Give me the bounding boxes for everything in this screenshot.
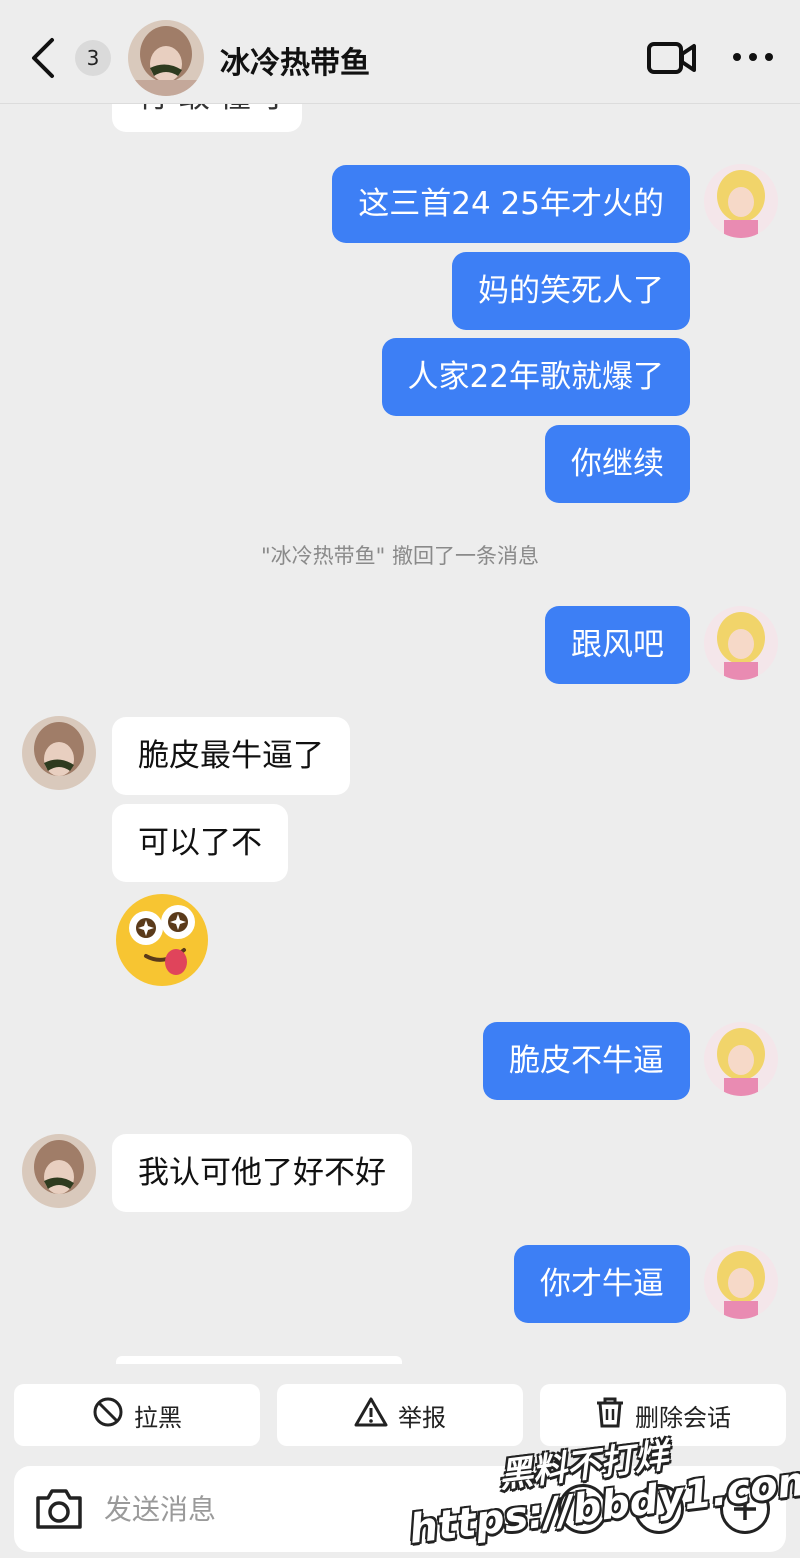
report-label: 举报 (398, 1403, 446, 1432)
contact-avatar[interactable] (128, 20, 204, 96)
video-call-icon[interactable] (646, 38, 698, 78)
block-label: 拉黑 (134, 1403, 182, 1432)
outgoing-message[interactable]: 你才牛逼 (514, 1245, 690, 1323)
report-button[interactable]: 举报 (277, 1384, 523, 1446)
incoming-message[interactable]: 可以了不 (112, 804, 288, 882)
emoji-icon[interactable] (634, 1484, 684, 1534)
outgoing-message[interactable]: 这三首24 25年才火的 (332, 165, 690, 243)
outgoing-message[interactable]: 你继续 (545, 425, 690, 503)
block-button[interactable]: 拉黑 (14, 1384, 260, 1446)
more-options-icon[interactable] (730, 42, 776, 72)
partial-incoming-message (116, 1356, 402, 1364)
block-icon (92, 1396, 124, 1434)
contact-avatar[interactable] (22, 1134, 96, 1208)
message-input-bar (14, 1466, 786, 1552)
outgoing-message[interactable]: 妈的笑死人了 (452, 252, 690, 330)
voice-icon[interactable] (558, 1484, 608, 1534)
my-avatar[interactable] (704, 164, 778, 238)
plus-icon[interactable] (720, 1484, 770, 1534)
my-avatar[interactable] (704, 1022, 778, 1096)
incoming-message[interactable]: 我认可他了好不好 (112, 1134, 412, 1212)
chat-title: 冰冷热带鱼 (220, 46, 370, 81)
drooling-star-eyes-emoji-icon[interactable] (112, 892, 212, 988)
delete-conversation-button[interactable]: 删除会话 (540, 1384, 786, 1446)
unread-count-badge[interactable]: 3 (75, 40, 111, 76)
outgoing-message[interactable]: 跟风吧 (545, 606, 690, 684)
outgoing-message[interactable]: 脆皮不牛逼 (483, 1022, 690, 1100)
recalled-message-notice: "冰冷热带鱼" 撤回了一条消息 (261, 544, 539, 568)
camera-icon[interactable] (34, 1486, 84, 1532)
warning-icon (354, 1396, 388, 1434)
my-avatar[interactable] (704, 1245, 778, 1319)
delete-label: 删除会话 (635, 1403, 731, 1432)
outgoing-message[interactable]: 人家22年歌就爆了 (381, 338, 690, 416)
chat-header: 3 冰冷热带鱼 (0, 0, 800, 104)
incoming-message[interactable]: 脆皮最牛逼了 (112, 717, 350, 795)
back-arrow-icon[interactable] (26, 36, 66, 80)
my-avatar[interactable] (704, 606, 778, 680)
message-input[interactable] (104, 1484, 484, 1534)
contact-avatar[interactable] (22, 716, 96, 790)
trash-icon (595, 1396, 625, 1434)
